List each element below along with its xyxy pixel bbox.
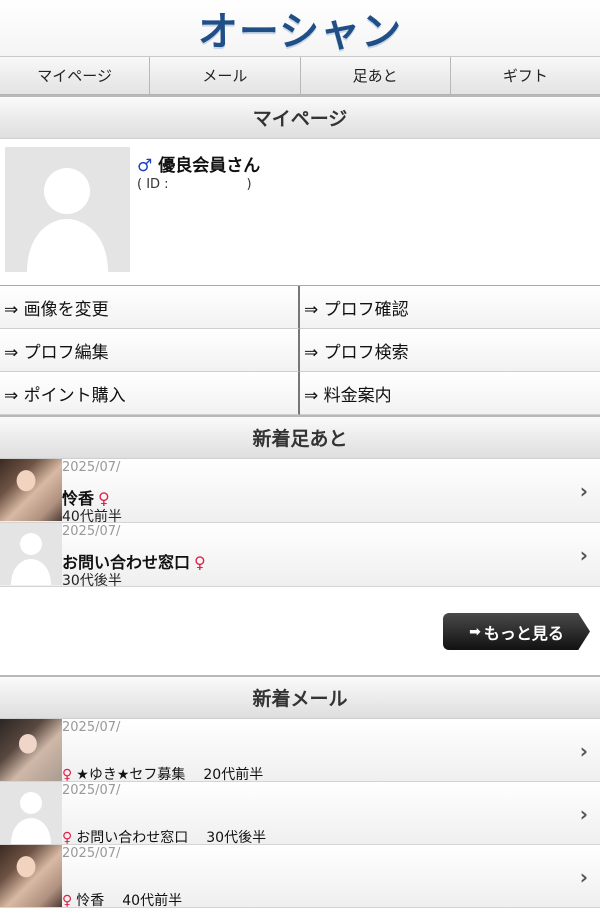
more-button-label: もっと見る [483,623,564,643]
pricing-link[interactable]: ⇒ 料金案内 [300,372,600,415]
arrow-right-icon: ➡ [469,623,481,640]
nav-footprints[interactable]: 足あと [301,57,451,94]
footprint-date: 2025/07/ [62,524,121,539]
mail-item[interactable]: 2025/07/ ♀ ★ゆき★セフ募集 20代前半 › [0,719,600,784]
header: オーシャン [0,0,600,56]
user-avatar [0,459,62,521]
mail-item[interactable]: 2025/07/ ♀ お問い合わせ窓口 30代後半 › [0,782,600,847]
mail-sender-name: 怜香 [76,893,105,909]
footprints-section-title: 新着足あと [0,415,600,459]
chevron-right-icon: › [579,739,588,763]
avatar-placeholder-icon[interactable] [5,147,130,272]
site-logo[interactable]: オーシャン [198,0,402,57]
avatar-placeholder-icon [0,523,62,585]
mail-sender-age: 40代前半 [122,893,183,909]
mail-sender-name: お問い合わせ窓口 [76,830,189,846]
profile-search-link[interactable]: ⇒ プロフ検索 [300,329,600,372]
mail-section-title: 新着メール [0,675,600,719]
footprint-item[interactable]: 2025/07/ お問い合わせ窓口 ♀ 30代後半 › [0,523,600,589]
female-icon: ♀ [62,893,73,909]
mail-sender: ♀ ★ゆき★セフ募集 20代前半 [62,764,263,784]
mail-sender: ♀ お問い合わせ窓口 30代後半 [62,827,266,847]
chevron-right-icon: › [579,802,588,826]
mypage-section-title: マイページ [0,95,600,139]
female-icon: ♀ [62,830,73,846]
avatar-placeholder-icon [0,782,62,844]
mail-date: 2025/07/ [62,783,121,798]
nav-gift[interactable]: ギフト [451,57,600,94]
main-nav: マイページ メール 足あと ギフト [0,56,600,95]
profile-edit-link[interactable]: ⇒ プロフ編集 [0,329,300,372]
mail-date: 2025/07/ [62,846,121,861]
user-avatar [0,845,62,907]
profile-confirm-link[interactable]: ⇒ プロフ確認 [300,286,600,329]
mypage-menu: ⇒ 画像を変更 ⇒ プロフ確認 ⇒ プロフ編集 ⇒ プロフ検索 ⇒ ポイント購入… [0,285,600,415]
mail-sender-age: 20代前半 [203,767,264,783]
point-purchase-link[interactable]: ⇒ ポイント購入 [0,372,300,415]
mail-date: 2025/07/ [62,720,121,735]
chevron-right-icon: › [579,865,588,889]
female-icon: ♀ [62,767,73,783]
more-button[interactable]: ➡ もっと見る [443,613,590,650]
more-area: ➡ もっと見る [0,587,600,675]
female-icon: ♀ [194,553,206,572]
change-image-link[interactable]: ⇒ 画像を変更 [0,286,300,329]
chevron-right-icon: › [579,479,588,503]
mail-sender-name: ★ゆき★セフ募集 [76,767,186,783]
mail-item[interactable]: 2025/07/ ♀ 怜香 40代前半 › [0,845,600,910]
member-id: ( ID : ) [137,177,252,192]
user-avatar [0,719,62,781]
mail-sender: ♀ 怜香 40代前半 [62,890,182,910]
footprint-date: 2025/07/ [62,460,121,475]
nav-mail[interactable]: メール [150,57,301,94]
chevron-right-icon: › [579,543,588,567]
nav-mypage[interactable]: マイページ [0,57,151,94]
footprint-item[interactable]: 2025/07/ 怜香 ♀ 40代前半 › [0,459,600,525]
mail-sender-age: 30代後半 [206,830,267,846]
profile-card: ♂ 優良会員さん ( ID : ) [0,139,600,285]
